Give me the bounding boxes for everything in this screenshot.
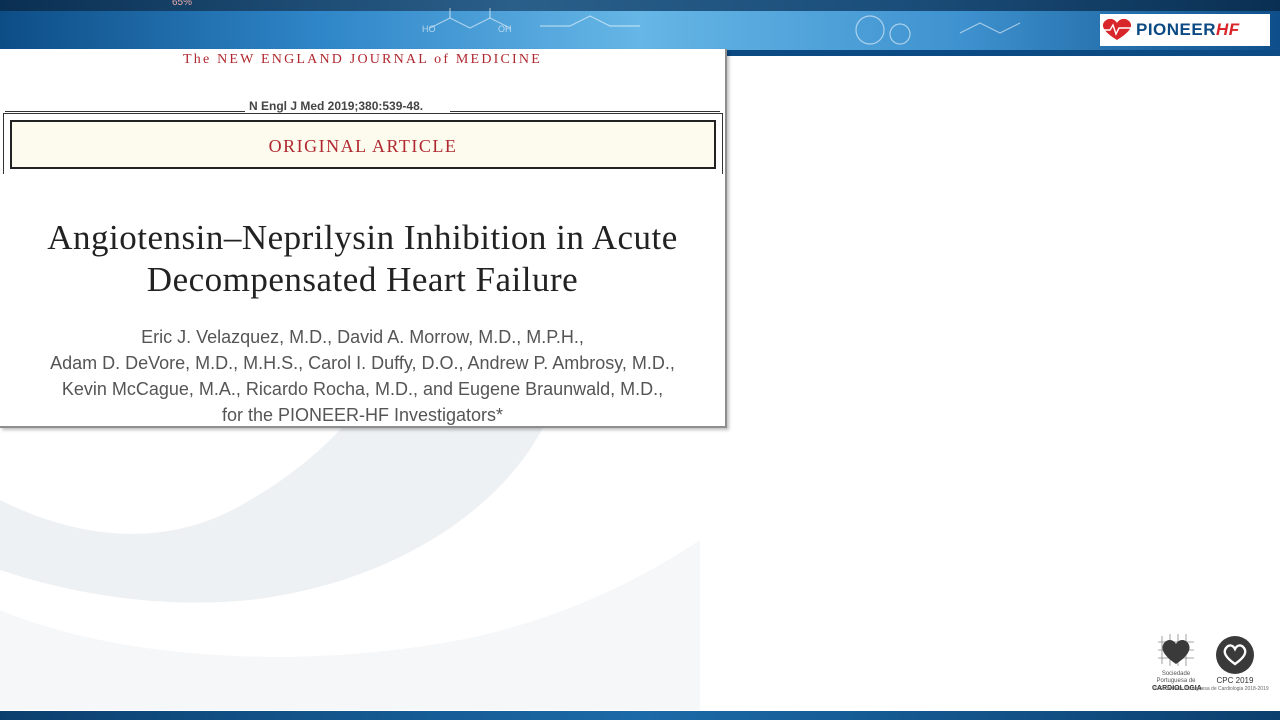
heart-icon — [1102, 18, 1132, 40]
citation-rule-right — [450, 111, 720, 112]
article-excerpt: The NEW ENGLAND JOURNAL of MEDICINE N En… — [0, 49, 727, 428]
logo-text-main: PIONEER — [1136, 20, 1217, 39]
society-note: © Sociedade Portuguesa de Cardiologia 20… — [1154, 686, 1269, 692]
author-line: Adam D. DeVore, M.D., M.H.S., Carol I. D… — [50, 353, 675, 373]
author-line: Kevin McCague, M.A., Ricardo Rocha, M.D.… — [61, 379, 664, 399]
pioneer-hf-logo: PIONEERHF — [1100, 14, 1270, 46]
molecule-graphic: HO OH — [422, 8, 1021, 45]
journal-name: The NEW ENGLAND JOURNAL of MEDICINE — [183, 52, 542, 67]
author-list: Eric J. Velazquez, M.D., David A. Morrow… — [0, 324, 725, 428]
citation: N Engl J Med 2019;380:539-48. — [249, 99, 424, 113]
cpc-circle — [1216, 636, 1254, 674]
section-label: ORIGINAL ARTICLE — [268, 136, 458, 156]
spc-logo: Sociedade Portuguesa de CARDIOLOGIA — [1152, 634, 1202, 693]
top-banner: 65% HO OH PIONEERHF — [0, 0, 1280, 56]
article-title: Angiotensin–Neprilysin Inhibition in Acu… — [0, 217, 725, 301]
background-swirl — [0, 380, 700, 710]
bottom-bar — [0, 711, 1280, 720]
author-line: Eric J. Velazquez, M.D., David A. Morrow… — [141, 327, 584, 347]
banner-percent-text: 65% — [172, 0, 193, 8]
title-line: Angiotensin–Neprilysin Inhibition in Acu… — [47, 218, 678, 257]
title-line: Decompensated Heart Failure — [146, 260, 579, 299]
cpc-label: CPC 2019 — [1216, 676, 1254, 685]
author-line: for the PIONEER-HF Investigators* — [221, 405, 504, 425]
spc-org-small: Sociedade Portuguesa de — [1156, 671, 1196, 684]
section-box: ORIGINAL ARTICLE — [10, 120, 716, 169]
logo-text-accent: HF — [1216, 20, 1240, 39]
logo-text: PIONEERHF — [1136, 20, 1240, 40]
svg-text:OH: OH — [498, 24, 512, 34]
cpc-logo: CPC 2019 — [1212, 636, 1258, 685]
heart-outline-icon — [1223, 644, 1247, 666]
heart-map-icon — [1158, 634, 1194, 666]
citation-rule-left — [5, 111, 245, 112]
svg-text:HO: HO — [422, 24, 436, 34]
